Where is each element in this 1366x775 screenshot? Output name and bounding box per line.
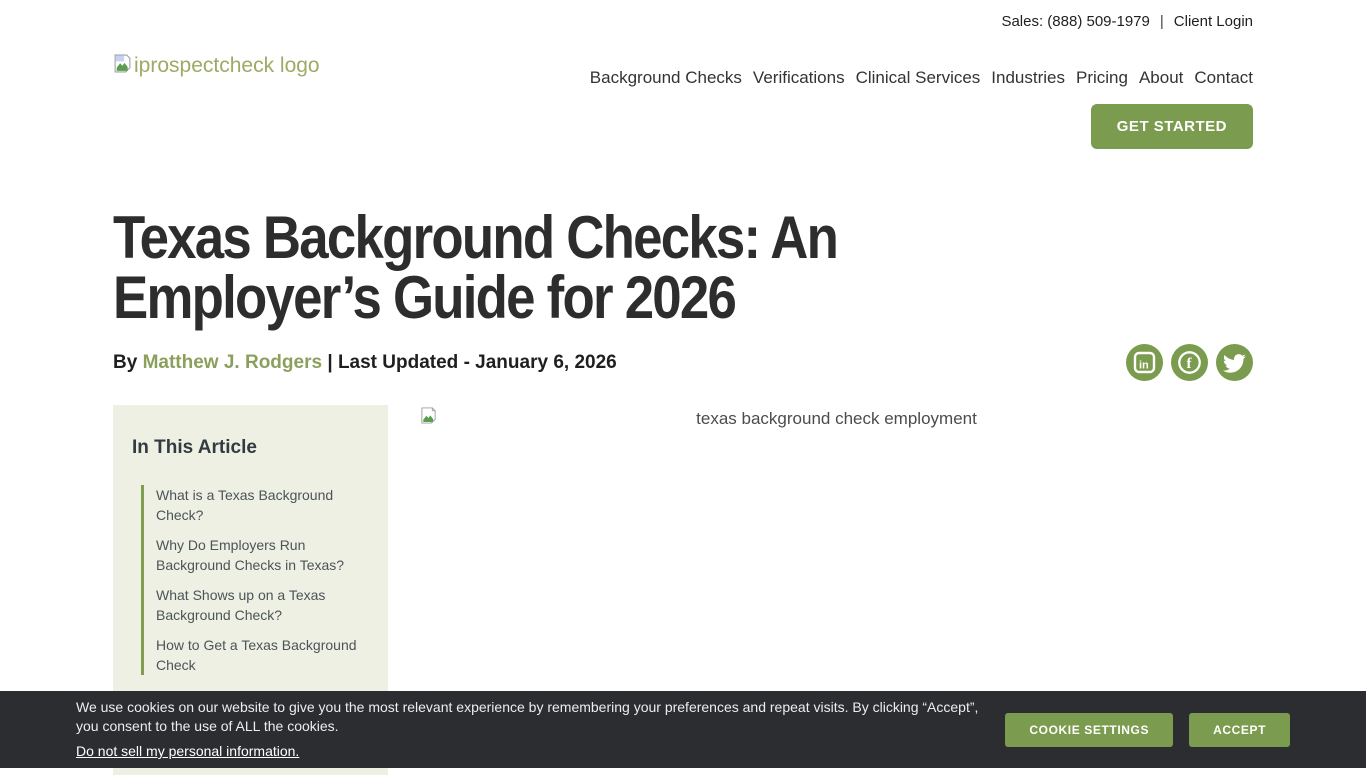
nav-item-verifications[interactable]: Verifications (753, 68, 845, 88)
cookie-buttons: COOKIE SETTINGS ACCEPT (1005, 713, 1290, 747)
nav-item-contact[interactable]: Contact (1194, 68, 1253, 88)
hero-image-alt-text: texas background check employment (420, 409, 1253, 429)
topbar: Sales: (888) 509-1979 | Client Login (0, 0, 1366, 30)
twitter-share-button[interactable] (1216, 344, 1253, 381)
linkedin-share-button[interactable]: in (1126, 344, 1163, 381)
page-title: Texas Background Checks: An Employer’s G… (113, 208, 1253, 328)
page-title-line-2: Employer’s Guide for 2026 (113, 268, 1116, 328)
toc-list-item: Why Do Employers Run Background Checks i… (156, 535, 368, 575)
nav-item-about[interactable]: About (1139, 68, 1183, 88)
cookie-message: We use cookies on our website to give yo… (76, 698, 981, 736)
author-link[interactable]: Matthew J. Rodgers (143, 352, 322, 373)
toc-item-what-shows-up[interactable]: What Shows up on a Texas Background Chec… (156, 585, 368, 625)
broken-image-icon (113, 54, 132, 78)
cookie-settings-button[interactable]: COOKIE SETTINGS (1005, 713, 1173, 747)
byline-date: | Last Updated - January 6, 2026 (327, 352, 616, 373)
twitter-icon (1216, 344, 1253, 381)
toc-list-item: How to Get a Texas Background Check (156, 635, 368, 675)
linkedin-icon: in (1126, 344, 1163, 381)
header-right: Background Checks Verifications Clinical… (590, 68, 1253, 149)
sales-phone[interactable]: Sales: (888) 509-1979 (1001, 13, 1149, 30)
toc-list: What is a Texas Background Check? Why Do… (141, 485, 368, 675)
client-login-link[interactable]: Client Login (1174, 13, 1253, 30)
toc-item-what-is[interactable]: What is a Texas Background Check? (156, 485, 368, 525)
toc-list-item: What Shows up on a Texas Background Chec… (156, 585, 368, 625)
toc-title: In This Article (132, 437, 368, 459)
toc-item-why-employers[interactable]: Why Do Employers Run Background Checks i… (156, 535, 368, 575)
toc-list-item: What is a Texas Background Check? (156, 485, 368, 525)
byline: By Matthew J. Rodgers | Last Updated - J… (113, 352, 617, 374)
svg-text:in: in (1139, 360, 1149, 372)
article-main: Texas Background Checks: An Employer’s G… (113, 208, 1253, 775)
nav-item-pricing[interactable]: Pricing (1076, 68, 1128, 88)
nav-item-background-checks[interactable]: Background Checks (590, 68, 742, 88)
cookie-message-block: We use cookies on our website to give yo… (76, 698, 981, 761)
accept-button[interactable]: ACCEPT (1189, 713, 1290, 747)
cookie-banner: We use cookies on our website to give yo… (0, 691, 1366, 768)
broken-image-icon (420, 407, 437, 429)
toc-item-how-to-get[interactable]: How to Get a Texas Background Check (156, 635, 368, 675)
get-started-button[interactable]: GET STARTED (1091, 104, 1253, 149)
page-title-line-1: Texas Background Checks: An (113, 208, 1116, 268)
do-not-sell-link[interactable]: Do not sell my personal information. (76, 743, 299, 759)
social-share-buttons: in f (1126, 344, 1253, 381)
byline-row: By Matthew J. Rodgers | Last Updated - J… (113, 344, 1253, 381)
main-nav: Background Checks Verifications Clinical… (590, 68, 1253, 88)
hero-image-placeholder: texas background check employment (420, 405, 1253, 429)
nav-item-industries[interactable]: Industries (991, 68, 1065, 88)
site-logo[interactable]: iprospectcheck logo (113, 54, 320, 78)
byline-prefix: By (113, 352, 137, 373)
site-header: iprospectcheck logo Background Checks Ve… (113, 30, 1253, 162)
topbar-separator: | (1160, 13, 1164, 30)
nav-item-clinical-services[interactable]: Clinical Services (856, 68, 981, 88)
facebook-icon: f (1171, 344, 1208, 381)
svg-text:f: f (1187, 356, 1193, 372)
logo-alt-text: iprospectcheck logo (134, 54, 320, 78)
facebook-share-button[interactable]: f (1171, 344, 1208, 381)
